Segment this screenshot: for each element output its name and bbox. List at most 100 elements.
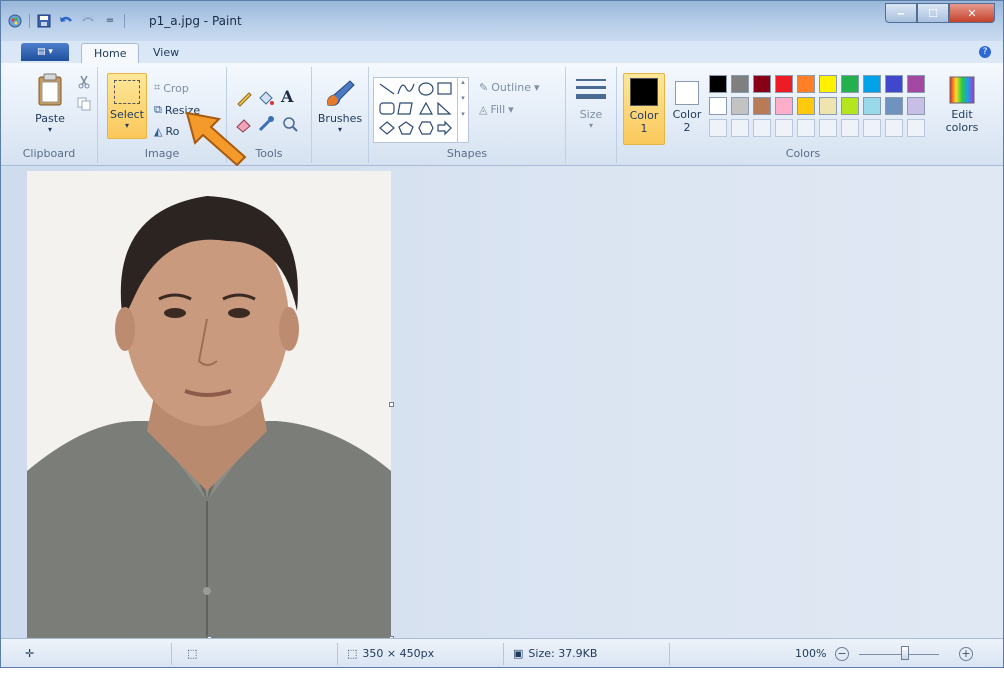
size-group: Size ▾ <box>566 67 617 163</box>
select-button[interactable]: Select ▾ <box>107 73 147 139</box>
close-button[interactable]: ✕ <box>949 3 995 23</box>
paste-button[interactable]: Paste ▾ <box>31 73 69 134</box>
canvas-image[interactable] <box>27 171 391 638</box>
tab-home[interactable]: Home <box>81 43 140 64</box>
clipboard-group: Paste ▾ Clipboard <box>1 67 98 163</box>
palette-color-swatch[interactable] <box>907 75 925 93</box>
magnifier-icon[interactable] <box>281 115 299 136</box>
edit-colors-icon <box>949 76 975 104</box>
shapes-gallery[interactable]: ▴ ▾ ▾ <box>373 77 469 143</box>
undo-icon[interactable] <box>58 13 74 29</box>
text-tool-icon[interactable]: A <box>281 87 293 106</box>
shapes-scroll[interactable]: ▴ ▾ ▾ <box>457 78 468 142</box>
canvas-area[interactable] <box>1 166 1003 638</box>
tab-view[interactable]: View <box>141 43 191 63</box>
zoom-slider-track[interactable] <box>859 654 939 655</box>
save-icon[interactable] <box>36 13 52 29</box>
palette-color-swatch[interactable] <box>797 75 815 93</box>
select-label: Select <box>110 108 144 121</box>
color-picker-icon[interactable] <box>257 115 275 136</box>
paint-app-icon[interactable] <box>7 13 23 29</box>
palette-color-swatch[interactable] <box>841 75 859 93</box>
palette-color-swatch[interactable] <box>863 97 881 115</box>
brush-icon <box>327 80 355 106</box>
palette-color-swatch[interactable] <box>731 75 749 93</box>
palette-color-swatch[interactable] <box>753 97 771 115</box>
edit-colors-label-2: colors <box>945 121 979 134</box>
ribbon-tabs: ▤ ▾ Home View ? <box>1 41 1003 64</box>
palette-custom-swatch[interactable] <box>819 119 837 137</box>
outline-button[interactable]: ✎ Outline ▾ <box>479 81 540 94</box>
palette-color-swatch[interactable] <box>731 97 749 115</box>
palette-color-swatch[interactable] <box>885 75 903 93</box>
palette-custom-swatch[interactable] <box>841 119 859 137</box>
palette-color-swatch[interactable] <box>775 75 793 93</box>
cut-icon[interactable] <box>77 75 91 92</box>
color1-button[interactable]: Color 1 <box>623 73 665 145</box>
rotate-label: Ro <box>165 125 180 138</box>
image-dimensions: ⬚ 350 × 450px <box>347 647 434 660</box>
size-dropdown-icon: ▾ <box>588 121 593 130</box>
rotate-icon: ◭ <box>154 125 163 138</box>
copy-icon[interactable] <box>77 97 91 114</box>
paint-menu-button[interactable]: ▤ ▾ <box>21 43 69 61</box>
qa-divider <box>124 14 125 28</box>
palette-color-swatch[interactable] <box>885 97 903 115</box>
zoom-in-button[interactable]: + <box>959 647 973 661</box>
zoom-out-button[interactable]: − <box>835 647 849 661</box>
palette-color-swatch[interactable] <box>709 97 727 115</box>
palette-custom-swatch[interactable] <box>863 119 881 137</box>
palette-custom-swatch[interactable] <box>753 119 771 137</box>
colors-group: Color 1 Color 2 Edit colors Colors <box>617 67 989 163</box>
pointer-arrow-icon <box>185 111 247 167</box>
window-controls: ‒ ☐ ✕ <box>885 3 995 23</box>
select-dropdown-icon: ▾ <box>124 121 129 130</box>
outline-label: Outline <box>491 81 532 94</box>
customize-qa-icon[interactable]: = <box>102 13 118 29</box>
palette-custom-swatch[interactable] <box>907 119 925 137</box>
selection-size-icon: ⬚ <box>187 647 198 660</box>
help-icon[interactable]: ? <box>979 46 991 58</box>
palette-color-swatch[interactable] <box>841 97 859 115</box>
resize-icon: ⧉ <box>154 103 162 116</box>
zoom-slider-thumb[interactable] <box>901 646 909 660</box>
minimize-button[interactable]: ‒ <box>885 3 917 23</box>
palette-custom-swatch[interactable] <box>709 119 727 137</box>
palette-color-swatch[interactable] <box>797 97 815 115</box>
rotate-button[interactable]: ◭ Ro <box>154 125 179 138</box>
palette-color-swatch[interactable] <box>863 75 881 93</box>
palette-custom-swatch[interactable] <box>731 119 749 137</box>
fill-button[interactable]: ◬ Fill ▾ <box>479 103 514 116</box>
status-bar: ✛ ⬚ ⬚ 350 × 450px ▣ Size: 37.9KB 100% − + <box>1 638 1003 667</box>
palette-custom-swatch[interactable] <box>797 119 815 137</box>
palette-color-swatch[interactable] <box>907 97 925 115</box>
shapes-group-label: Shapes <box>446 147 488 160</box>
color2-number: 2 <box>683 121 691 134</box>
resize-handle-right[interactable] <box>389 402 394 407</box>
disk-icon: ▣ <box>513 647 524 660</box>
menu-icon: ▤ ▾ <box>37 47 53 57</box>
edit-colors-button[interactable]: Edit colors <box>939 75 985 134</box>
palette-color-swatch[interactable] <box>753 75 771 93</box>
color2-button[interactable]: Color 2 <box>667 73 707 143</box>
crosshair-icon: ✛ <box>25 647 35 660</box>
paste-label: Paste <box>35 112 65 125</box>
portrait-photo <box>27 171 391 638</box>
brushes-button[interactable]: Brushes ▾ <box>315 77 365 134</box>
maximize-button[interactable]: ☐ <box>917 3 949 23</box>
palette-custom-swatch[interactable] <box>885 119 903 137</box>
palette-color-swatch[interactable] <box>819 75 837 93</box>
size-button[interactable]: Size ▾ <box>571 75 611 130</box>
palette-color-swatch[interactable] <box>775 97 793 115</box>
crop-button[interactable]: ⌗ Crop <box>154 81 189 95</box>
fill-bucket-icon[interactable] <box>257 89 275 110</box>
palette-color-swatch[interactable] <box>709 75 727 93</box>
shapes-group: ▴ ▾ ▾ ✎ Outline ▾ ◬ Fill ▾ Shapes <box>369 67 566 163</box>
fill-icon: ◬ <box>479 103 488 116</box>
palette-color-swatch[interactable] <box>819 97 837 115</box>
status-divider <box>337 643 338 665</box>
palette-custom-swatch[interactable] <box>775 119 793 137</box>
size-label: Size <box>579 108 603 121</box>
color2-swatch <box>675 81 699 105</box>
redo-icon[interactable] <box>80 13 96 29</box>
